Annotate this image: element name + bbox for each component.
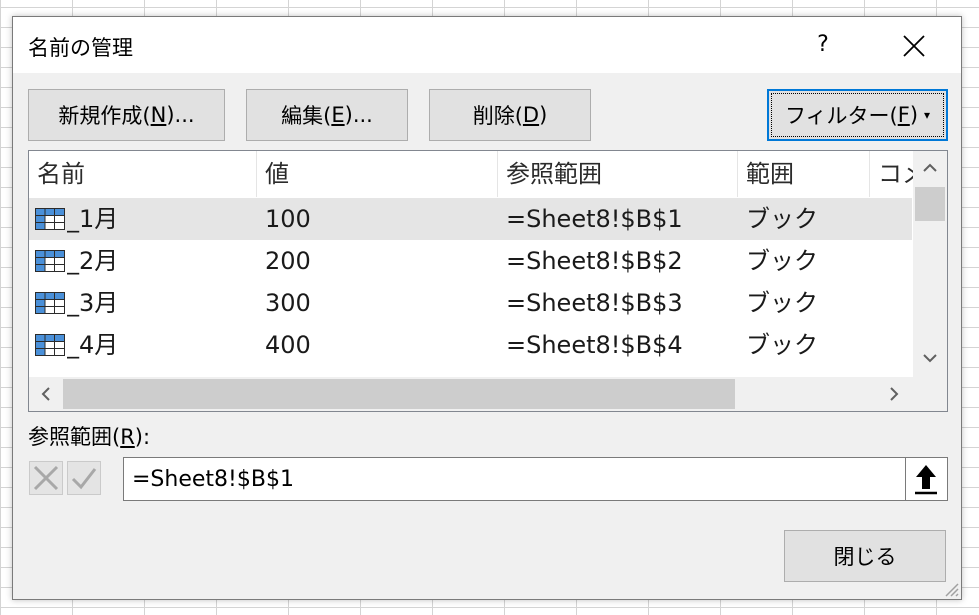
delete-button-label-post: ) — [539, 103, 548, 127]
dropdown-arrow-icon: ▾ — [924, 108, 931, 122]
row-scope: ブック — [746, 247, 818, 275]
list-header: 名前 値 参照範囲 範囲 コメント — [29, 151, 929, 197]
row-reference: =Sheet8!$B$4 — [506, 331, 683, 359]
delete-button[interactable]: 削除(D) — [429, 89, 591, 141]
reference-field[interactable] — [123, 457, 948, 501]
row-scope: ブック — [746, 289, 818, 317]
reference-input[interactable] — [124, 458, 902, 500]
collapse-dialog-button[interactable] — [905, 458, 947, 500]
table-row[interactable]: _2月 200 =Sheet8!$B$2 ブック — [29, 240, 912, 282]
column-header-value[interactable]: 値 — [257, 151, 498, 197]
edit-button[interactable]: 編集(E)... — [246, 89, 408, 141]
column-header-scope[interactable]: 範囲 — [738, 151, 870, 197]
vertical-scrollbar[interactable] — [913, 151, 947, 377]
row-value: 100 — [265, 205, 311, 233]
new-button-label-post: )... — [166, 103, 195, 127]
reference-label-pre: 参照範囲( — [28, 425, 121, 449]
table-row[interactable]: _1月 100 =Sheet8!$B$1 ブック — [29, 198, 912, 240]
column-header-reference[interactable]: 参照範囲 — [498, 151, 738, 197]
row-name: _1月 — [67, 205, 119, 233]
row-reference: =Sheet8!$B$3 — [506, 289, 683, 317]
horizontal-scroll-thumb[interactable] — [63, 379, 735, 409]
row-scope: ブック — [746, 331, 818, 359]
edit-button-accesskey: E — [331, 103, 345, 127]
reference-label-post: ): — [134, 425, 151, 449]
scroll-right-icon[interactable] — [879, 379, 909, 409]
checkmark-icon — [71, 468, 97, 490]
reference-label: 参照範囲(R): — [28, 421, 150, 451]
scroll-up-icon[interactable] — [915, 153, 945, 183]
row-value: 300 — [265, 289, 311, 317]
new-button-label-pre: 新規作成( — [58, 104, 151, 128]
names-list[interactable]: 名前 値 参照範囲 範囲 コメント _1月 100 =Sheet8!$B$1 ブ… — [28, 150, 948, 412]
confirm-edit-button[interactable] — [67, 461, 101, 495]
close-button[interactable]: 閉じる — [784, 530, 946, 582]
table-row[interactable]: _3月 300 =Sheet8!$B$3 ブック — [29, 282, 912, 324]
dialog-title: 名前の管理 — [28, 36, 133, 60]
row-reference: =Sheet8!$B$2 — [506, 247, 683, 275]
vertical-scroll-thumb[interactable] — [915, 187, 945, 221]
close-icon[interactable] — [893, 27, 933, 63]
scroll-down-icon[interactable] — [915, 343, 945, 373]
edit-button-label-pre: 編集( — [281, 104, 332, 128]
column-header-comment[interactable]: コメント — [870, 151, 913, 197]
scroll-left-icon[interactable] — [31, 379, 61, 409]
edit-button-label-post: )... — [344, 103, 373, 127]
row-value: 200 — [265, 247, 311, 275]
named-range-icon — [35, 292, 65, 314]
filter-button-accesskey: F — [897, 103, 910, 127]
delete-button-label-pre: 削除( — [472, 104, 523, 128]
resize-grip-icon[interactable] — [943, 581, 959, 597]
delete-button-accesskey: D — [522, 103, 540, 127]
horizontal-scrollbar[interactable] — [29, 377, 913, 411]
table-row[interactable]: _4月 400 =Sheet8!$B$4 ブック — [29, 324, 912, 366]
arrow-up-icon — [915, 465, 937, 495]
row-scope: ブック — [746, 205, 818, 233]
named-range-icon — [35, 208, 65, 230]
named-range-icon — [35, 334, 65, 356]
help-button[interactable]: ? — [805, 27, 841, 63]
filter-button-label-pre: フィルター( — [784, 104, 898, 128]
title-bar: 名前の管理 ? — [13, 17, 961, 73]
new-button[interactable]: 新規作成(N)... — [28, 89, 225, 141]
named-range-icon — [35, 250, 65, 272]
row-name: _4月 — [67, 331, 119, 359]
cancel-edit-button[interactable] — [29, 461, 63, 495]
row-value: 400 — [265, 331, 311, 359]
reference-label-accesskey: R — [120, 425, 135, 449]
cancel-x-icon — [33, 465, 59, 491]
row-name: _2月 — [67, 247, 119, 275]
new-button-accesskey: N — [150, 103, 167, 127]
filter-button[interactable]: フィルター(F) ▾ — [767, 89, 948, 141]
column-header-name[interactable]: 名前 — [29, 151, 257, 197]
scroll-corner — [913, 377, 947, 411]
row-name: _3月 — [67, 289, 119, 317]
row-reference: =Sheet8!$B$1 — [506, 205, 683, 233]
name-manager-dialog: 名前の管理 ? 新規作成(N)... 編集(E)... 削除(D) フィルター(… — [12, 16, 962, 600]
filter-button-label-post: ) — [909, 103, 919, 127]
